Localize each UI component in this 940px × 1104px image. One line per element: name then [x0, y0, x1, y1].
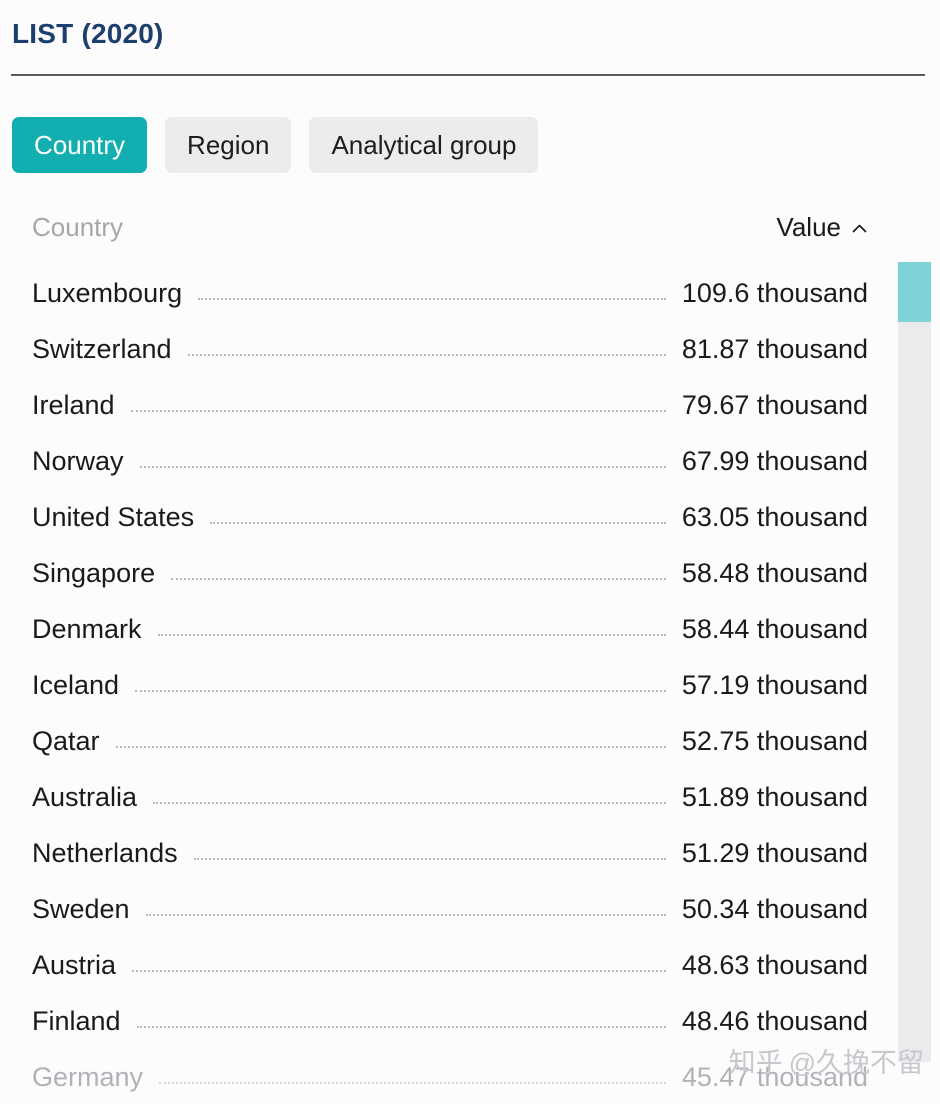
- list-item[interactable]: United States 63.05 thousand: [0, 489, 940, 545]
- list-item-value: 63.05 thousand: [681, 501, 868, 532]
- list-item[interactable]: Singapore 58.48 thousand: [0, 545, 940, 601]
- list-item[interactable]: Qatar 52.75 thousand: [0, 713, 940, 769]
- list-item-value: 79.67 thousand: [681, 389, 868, 420]
- list-item[interactable]: Iceland 57.19 thousand: [0, 657, 940, 713]
- leader-dots: [193, 857, 666, 860]
- list-item-country: Netherlands: [32, 837, 178, 868]
- panel-header: LIST (2020): [0, 0, 940, 78]
- list-item[interactable]: Australia 51.89 thousand: [0, 769, 940, 825]
- list-item-country: Sweden: [32, 893, 130, 924]
- list-item[interactable]: Sweden 50.34 thousand: [0, 881, 940, 937]
- list-item-country: Finland: [32, 1005, 121, 1036]
- leader-dots: [159, 1081, 666, 1084]
- list-item-country: Denmark: [32, 613, 142, 644]
- list-panel: LIST (2020) Country Region Analytical grou…: [0, 0, 940, 1104]
- leader-dots: [135, 689, 666, 692]
- list-item-country: Luxembourg: [32, 277, 183, 308]
- tab-region[interactable]: Region: [165, 117, 292, 173]
- list-item-country: Norway: [32, 445, 124, 476]
- column-header-value-sort[interactable]: Value: [776, 212, 868, 243]
- list-item[interactable]: Netherlands 51.29 thousand: [0, 825, 940, 881]
- leader-dots: [171, 577, 666, 580]
- list-item-value: 67.99 thousand: [681, 445, 868, 476]
- list-item[interactable]: Norway 67.99 thousand: [0, 433, 940, 489]
- column-header-country: Country: [32, 212, 124, 242]
- leader-dots: [157, 633, 666, 636]
- leader-dots: [115, 745, 666, 748]
- leader-dots: [187, 353, 666, 356]
- leader-dots: [198, 297, 666, 300]
- list-item-value: 48.46 thousand: [681, 1005, 868, 1036]
- list-item-country: Iceland: [32, 669, 120, 700]
- list-item-value: 109.6 thousand: [681, 277, 868, 308]
- list-item-country: Switzerland: [32, 333, 172, 364]
- list-item-value: 45.47 thousand: [681, 1061, 868, 1092]
- scrollbar-thumb[interactable]: [898, 262, 931, 322]
- list-item-value: 58.44 thousand: [681, 613, 868, 644]
- list-item-value: 52.75 thousand: [681, 725, 868, 756]
- header-divider: [11, 74, 925, 76]
- list-item-country: Singapore: [32, 557, 156, 588]
- list-item[interactable]: Luxembourg 109.6 thousand: [0, 265, 940, 321]
- list-item-country: Germany: [32, 1061, 144, 1092]
- list-item-value: 58.48 thousand: [681, 557, 868, 588]
- leader-dots: [139, 465, 666, 468]
- list-item-country: Qatar: [32, 725, 100, 756]
- country-value-list: Luxembourg 109.6 thousand Switzerland 81.87…: [0, 265, 940, 1104]
- chevron-up-icon: [851, 220, 868, 237]
- leader-dots: [145, 913, 666, 916]
- page-title: LIST (2020): [12, 18, 164, 49]
- tab-country[interactable]: Country: [12, 117, 148, 173]
- list-item-value: 51.29 thousand: [681, 837, 868, 868]
- list-item-country: Austria: [32, 949, 117, 980]
- leader-dots: [136, 1025, 666, 1028]
- list-item-country: Ireland: [32, 389, 115, 420]
- list-item[interactable]: Germany 45.47 thousand: [0, 1049, 940, 1104]
- list-item-value: 51.89 thousand: [681, 781, 868, 812]
- list-item-country: United States: [32, 501, 195, 532]
- list-item-value: 50.34 thousand: [681, 893, 868, 924]
- list-item[interactable]: Switzerland 81.87 thousand: [0, 321, 940, 377]
- list-item[interactable]: Austria 48.63 thousand: [0, 937, 940, 993]
- list-item[interactable]: Denmark 58.44 thousand: [0, 601, 940, 657]
- tab-analytical-group[interactable]: Analytical group: [309, 117, 539, 173]
- list-item-value: 81.87 thousand: [681, 333, 868, 364]
- view-mode-tabs: Country Region Analytical group: [12, 117, 539, 173]
- column-header-value-label: Value: [776, 212, 841, 242]
- leader-dots: [130, 409, 666, 412]
- leader-dots: [132, 969, 666, 972]
- leader-dots: [153, 801, 666, 804]
- list-item-country: Australia: [32, 781, 138, 812]
- list-column-headers: Country Value: [0, 212, 940, 260]
- list-item[interactable]: Ireland 79.67 thousand: [0, 377, 940, 433]
- list-item-value: 48.63 thousand: [681, 949, 868, 980]
- vertical-scrollbar[interactable]: [898, 262, 931, 1062]
- list-item-value: 57.19 thousand: [681, 669, 868, 700]
- leader-dots: [210, 521, 666, 524]
- list-item[interactable]: Finland 48.46 thousand: [0, 993, 940, 1049]
